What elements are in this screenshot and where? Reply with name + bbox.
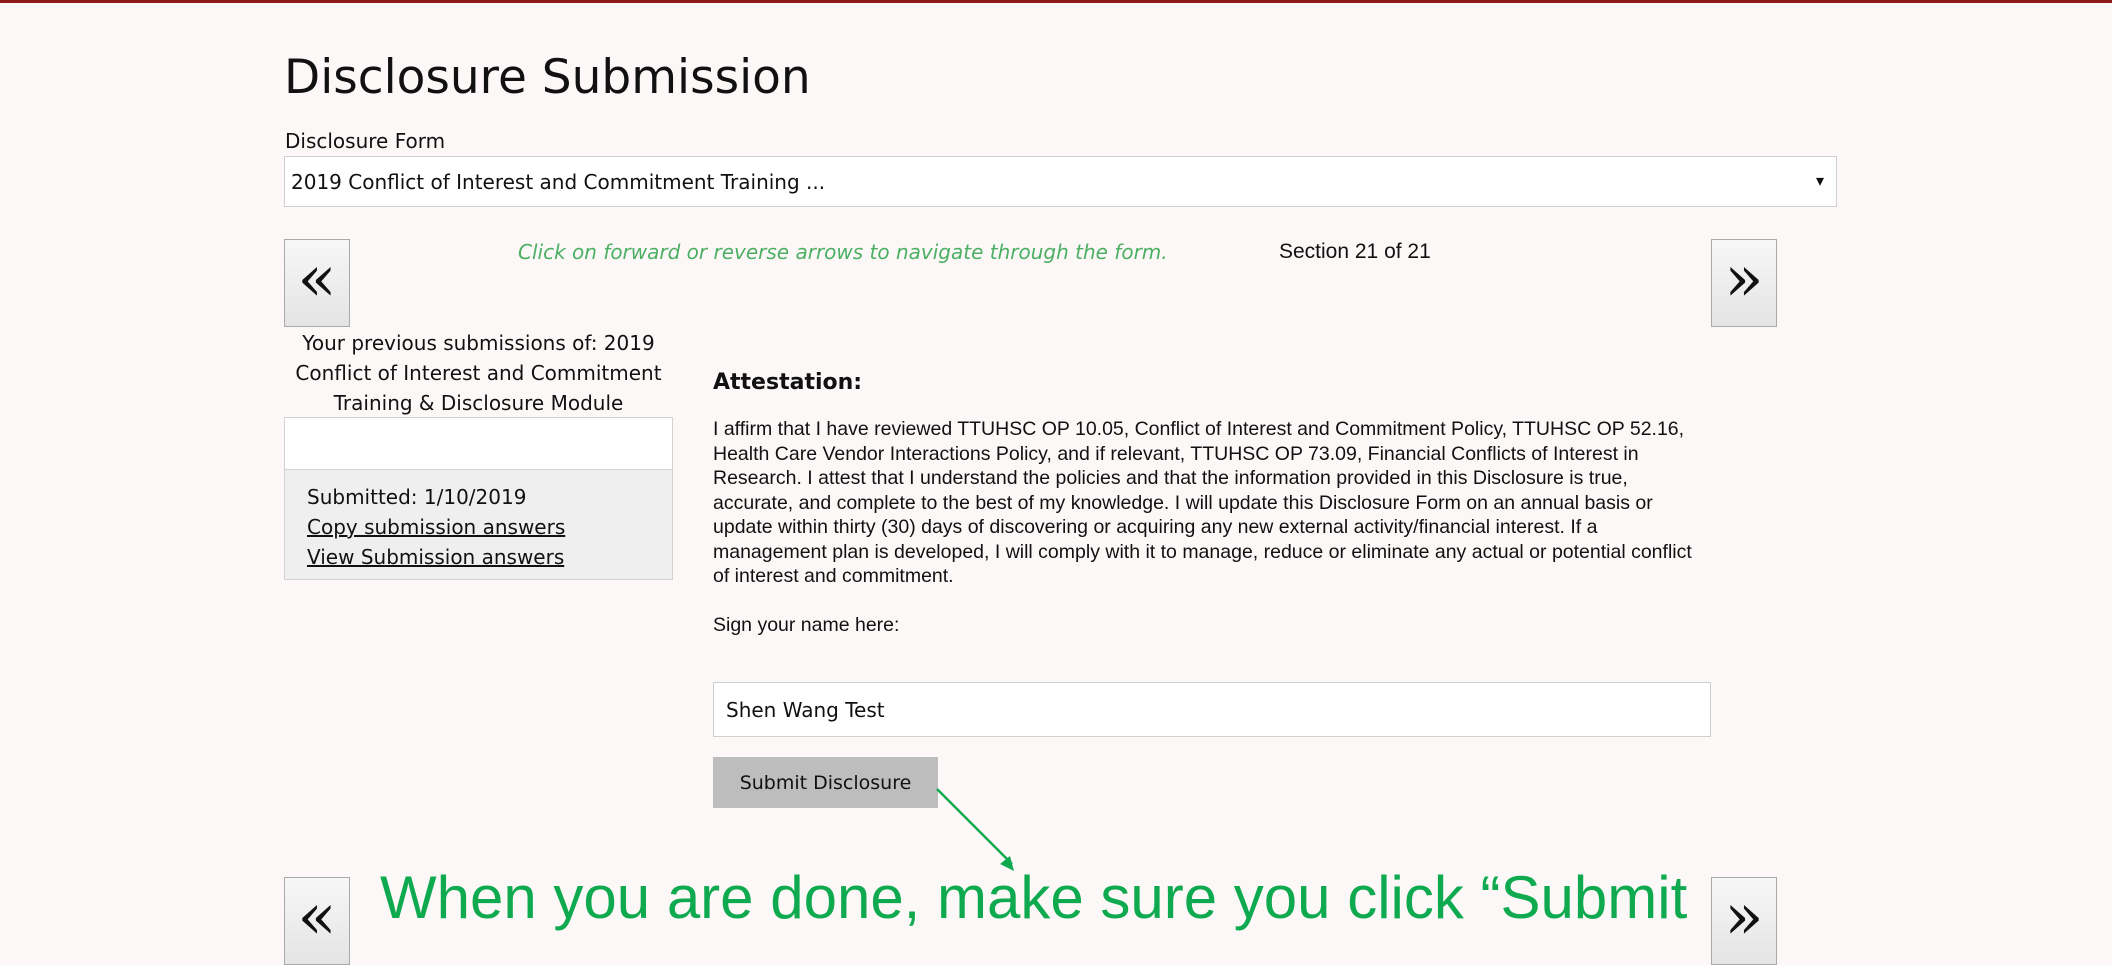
top-accent-rule (0, 0, 2112, 3)
previous-section-button[interactable]: « (284, 239, 350, 327)
next-section-button[interactable]: » (1711, 239, 1777, 327)
submitted-date: Submitted: 1/10/2019 (307, 485, 527, 509)
double-chevron-left-icon: « (297, 880, 337, 954)
page-title: Disclosure Submission (284, 50, 811, 105)
previous-submissions-heading: Your previous submissions of: 2019 Confl… (295, 331, 662, 415)
double-chevron-right-icon: » (1724, 242, 1764, 316)
disclosure-form-select[interactable]: 2019 Conflict of Interest and Commitment… (284, 156, 1837, 207)
section-counter: Section 21 of 21 (1279, 240, 1431, 263)
previous-submission-entry: Submitted: 1/10/2019 Copy submission ans… (285, 469, 672, 579)
view-submission-answers-link[interactable]: View Submission answers (307, 542, 672, 572)
chevron-down-icon: ▾ (1815, 171, 1824, 190)
previous-submissions-panel: Submitted: 1/10/2019 Copy submission ans… (284, 417, 673, 580)
next-section-button-bottom[interactable]: » (1711, 877, 1777, 965)
disclosure-form-label: Disclosure Form (285, 129, 446, 153)
copy-submission-answers-link[interactable]: Copy submission answers (307, 512, 672, 542)
attestation-title: Attestation: (713, 370, 863, 395)
submit-disclosure-button[interactable]: Submit Disclosure (713, 757, 938, 808)
double-chevron-left-icon: « (297, 242, 337, 316)
double-chevron-right-icon: » (1724, 880, 1764, 954)
signature-input[interactable] (713, 682, 1711, 737)
previous-section-button-bottom[interactable]: « (284, 877, 350, 965)
attestation-text: I affirm that I have reviewed TTUHSC OP … (713, 418, 1692, 587)
disclosure-form-selected-value: 2019 Conflict of Interest and Commitment… (291, 169, 826, 194)
instruction-callout: When you are done, make sure you click “… (380, 864, 1688, 931)
navigation-hint: Click on forward or reverse arrows to na… (518, 240, 1168, 264)
sign-name-label: Sign your name here: (713, 614, 900, 636)
